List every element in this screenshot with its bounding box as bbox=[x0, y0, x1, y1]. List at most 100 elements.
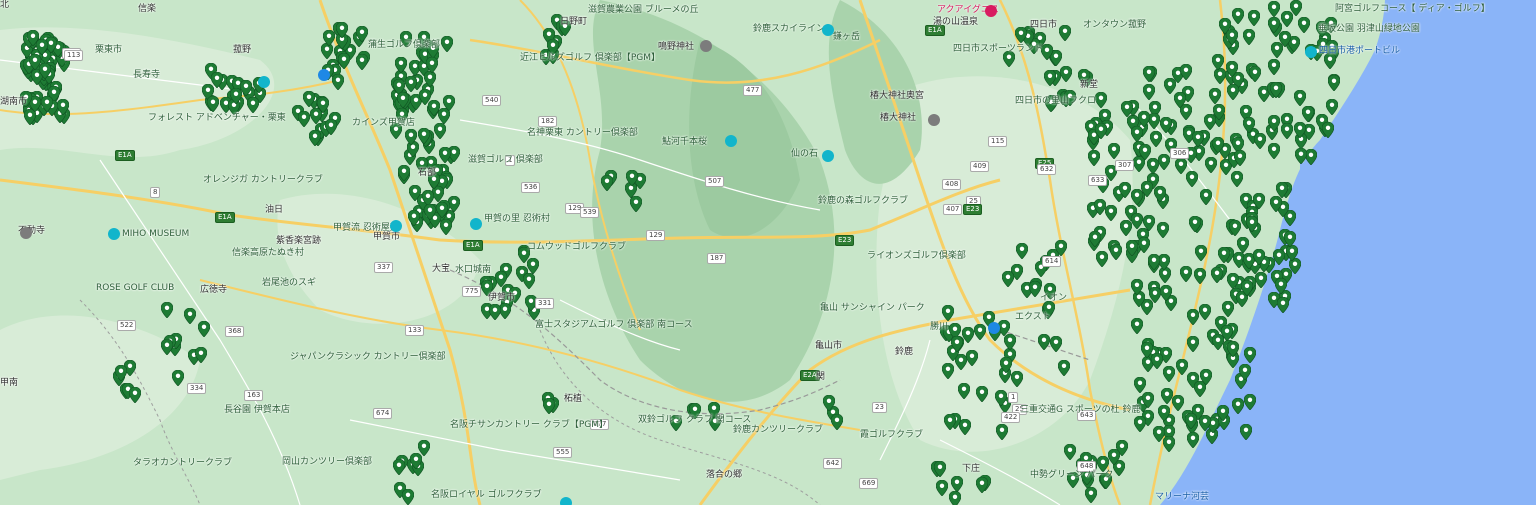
place-label[interactable]: 岡山カンツリー倶楽部 bbox=[282, 457, 372, 468]
golf-course-pin-icon[interactable] bbox=[338, 53, 350, 69]
place-label[interactable]: 菰野 bbox=[233, 45, 251, 56]
golf-course-pin-icon[interactable] bbox=[1004, 334, 1016, 350]
place-label[interactable]: 油日 bbox=[265, 205, 283, 216]
golf-course-pin-icon[interactable] bbox=[1121, 101, 1133, 117]
golf-course-pin-icon[interactable] bbox=[976, 477, 988, 493]
golf-course-pin-icon[interactable] bbox=[543, 398, 555, 414]
golf-course-pin-icon[interactable] bbox=[115, 365, 127, 381]
golf-course-pin-icon[interactable] bbox=[1209, 88, 1221, 104]
place-label[interactable]: 柘植 bbox=[564, 394, 582, 405]
place-label[interactable]: ライオンズゴルフ倶楽部 bbox=[867, 251, 966, 262]
golf-course-pin-icon[interactable] bbox=[1294, 122, 1306, 138]
golf-course-pin-icon[interactable] bbox=[1211, 267, 1223, 283]
photo-spot-icon[interactable] bbox=[258, 76, 270, 88]
golf-course-pin-icon[interactable] bbox=[1095, 92, 1107, 108]
place-label[interactable]: 落合の郷 bbox=[706, 470, 742, 481]
place-label[interactable]: 鳴野神社 bbox=[658, 42, 694, 53]
place-label[interactable]: 勝川 bbox=[930, 322, 948, 333]
golf-course-pin-icon[interactable] bbox=[1295, 148, 1307, 164]
golf-course-pin-icon[interactable] bbox=[1088, 150, 1100, 166]
golf-course-pin-icon[interactable] bbox=[395, 57, 407, 73]
golf-course-pin-icon[interactable] bbox=[1055, 240, 1067, 256]
place-label[interactable]: 四日市港ポートビル bbox=[1319, 46, 1400, 57]
place-label[interactable]: 湯の山温泉 bbox=[933, 17, 978, 28]
place-label[interactable]: 鮎河千本桜 bbox=[662, 137, 707, 148]
golf-course-pin-icon[interactable] bbox=[1094, 199, 1106, 215]
golf-course-pin-icon[interactable] bbox=[1141, 342, 1153, 358]
golf-course-pin-icon[interactable] bbox=[317, 97, 329, 113]
golf-course-pin-icon[interactable] bbox=[1131, 126, 1143, 142]
place-label[interactable]: マリーナ河芸 bbox=[1155, 492, 1209, 503]
golf-course-pin-icon[interactable] bbox=[936, 480, 948, 496]
golf-course-pin-icon[interactable] bbox=[1222, 301, 1234, 317]
place-label[interactable]: 鈴鹿カンツリークラブ bbox=[733, 425, 823, 436]
place-label[interactable]: 仙の石 bbox=[791, 149, 818, 160]
golf-course-pin-icon[interactable] bbox=[441, 36, 453, 52]
golf-course-pin-icon[interactable] bbox=[1158, 154, 1170, 170]
golf-course-pin-icon[interactable] bbox=[1108, 143, 1120, 159]
golf-course-pin-icon[interactable] bbox=[1089, 231, 1101, 247]
golf-course-pin-icon[interactable] bbox=[976, 386, 988, 402]
place-label[interactable]: 甲賀の里 忍術村 bbox=[484, 214, 550, 225]
golf-course-pin-icon[interactable] bbox=[1187, 432, 1199, 448]
golf-course-pin-icon[interactable] bbox=[951, 476, 963, 492]
place-label[interactable]: 滋賀ゴルフ 倶楽部 bbox=[468, 155, 543, 166]
golf-course-pin-icon[interactable] bbox=[1286, 245, 1298, 261]
golf-course-pin-icon[interactable] bbox=[1268, 17, 1280, 33]
place-label[interactable]: 栗東市 bbox=[95, 45, 122, 56]
museum-icon[interactable] bbox=[108, 228, 120, 240]
golf-course-pin-icon[interactable] bbox=[1277, 297, 1289, 313]
golf-course-pin-icon[interactable] bbox=[944, 414, 956, 430]
golf-course-pin-icon[interactable] bbox=[1119, 182, 1131, 198]
golf-course-pin-icon[interactable] bbox=[1294, 90, 1306, 106]
place-label[interactable]: 関 bbox=[816, 372, 825, 383]
golf-course-pin-icon[interactable] bbox=[966, 350, 978, 366]
place-label[interactable]: 長寿寺 bbox=[133, 70, 160, 81]
place-label[interactable]: 鈴鹿 bbox=[895, 347, 913, 358]
golf-course-pin-icon[interactable] bbox=[161, 302, 173, 318]
golf-course-pin-icon[interactable] bbox=[1058, 360, 1070, 376]
place-label[interactable]: 水口城南 bbox=[455, 265, 491, 276]
golf-course-pin-icon[interactable] bbox=[942, 305, 954, 321]
golf-course-pin-icon[interactable] bbox=[1160, 285, 1172, 301]
golf-course-pin-icon[interactable] bbox=[1174, 92, 1186, 108]
golf-course-pin-icon[interactable] bbox=[1131, 189, 1143, 205]
shrine-icon[interactable] bbox=[700, 40, 712, 52]
golf-course-pin-icon[interactable] bbox=[1273, 249, 1285, 265]
place-label[interactable]: 甲南 bbox=[0, 378, 18, 389]
golf-course-pin-icon[interactable] bbox=[129, 387, 141, 403]
port-icon[interactable] bbox=[1305, 46, 1317, 58]
golf-course-pin-icon[interactable] bbox=[439, 147, 451, 163]
golf-course-pin-icon[interactable] bbox=[405, 129, 417, 145]
golf-course-pin-icon[interactable] bbox=[1187, 309, 1199, 325]
photo-spot-icon[interactable] bbox=[725, 135, 737, 147]
place-label[interactable]: 紫香楽宮跡 bbox=[276, 236, 321, 247]
golf-course-pin-icon[interactable] bbox=[1134, 416, 1146, 432]
place-label[interactable]: 大宝 bbox=[432, 264, 450, 275]
golf-course-pin-icon[interactable] bbox=[1059, 25, 1071, 41]
place-label[interactable]: 富士スタジアムゴルフ 倶楽部 南コース bbox=[535, 320, 693, 331]
golf-course-pin-icon[interactable] bbox=[996, 424, 1008, 440]
golf-course-pin-icon[interactable] bbox=[995, 390, 1007, 406]
golf-course-pin-icon[interactable] bbox=[303, 91, 315, 107]
place-label[interactable]: 甲賀流 忍術屋敷 bbox=[333, 223, 399, 234]
golf-course-pin-icon[interactable] bbox=[426, 57, 438, 73]
golf-course-pin-icon[interactable] bbox=[1150, 131, 1162, 147]
golf-course-pin-icon[interactable] bbox=[1110, 244, 1122, 260]
golf-course-pin-icon[interactable] bbox=[1326, 99, 1338, 115]
place-label[interactable]: 北 bbox=[0, 0, 9, 11]
golf-course-pin-icon[interactable] bbox=[1138, 237, 1150, 253]
golf-course-pin-icon[interactable] bbox=[934, 461, 946, 477]
golf-course-pin-icon[interactable] bbox=[1011, 371, 1023, 387]
place-label[interactable]: 名阪チサンカントリー クラブ【PGM】 bbox=[450, 420, 608, 431]
golf-course-pin-icon[interactable] bbox=[1096, 251, 1108, 267]
place-label[interactable]: 鈴鹿の森ゴルフクラブ bbox=[818, 196, 908, 207]
golf-course-pin-icon[interactable] bbox=[1248, 10, 1260, 26]
museum-icon[interactable] bbox=[390, 220, 402, 232]
place-label[interactable]: ROSE GOLF CLUB bbox=[96, 283, 174, 294]
golf-course-pin-icon[interactable] bbox=[1284, 231, 1296, 247]
place-label[interactable]: カインズ甲賀店 bbox=[352, 118, 415, 129]
golf-course-pin-icon[interactable] bbox=[1217, 405, 1229, 421]
golf-course-pin-icon[interactable] bbox=[230, 88, 242, 104]
golf-course-pin-icon[interactable] bbox=[1244, 394, 1256, 410]
